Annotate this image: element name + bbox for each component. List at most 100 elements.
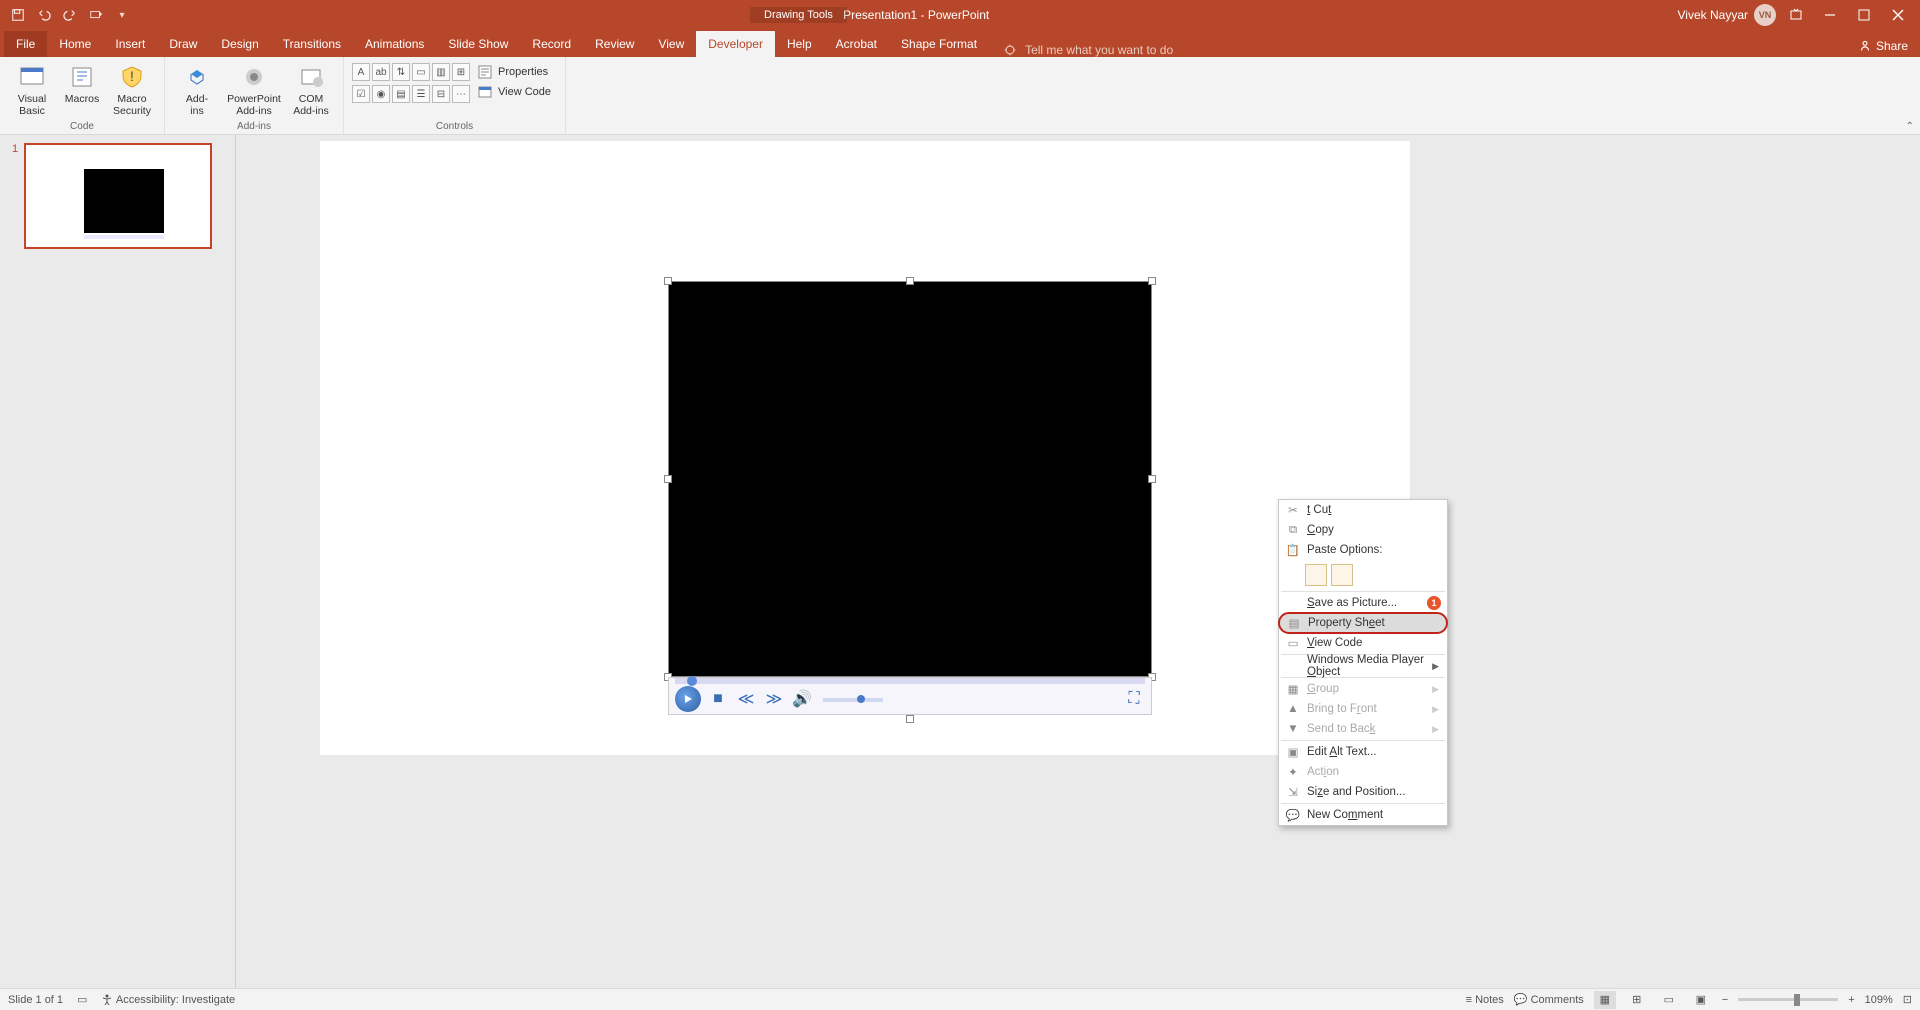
mute-button[interactable]: 🔊 (791, 688, 813, 710)
minimize-button[interactable] (1816, 4, 1844, 26)
tab-draw[interactable]: Draw (157, 31, 209, 57)
zoom-slider[interactable] (1738, 998, 1838, 1001)
ribbon-display-options[interactable] (1782, 4, 1810, 26)
tab-developer[interactable]: Developer (696, 31, 775, 57)
ctx-edit-alt-text[interactable]: ▣Edit Alt Text... (1279, 742, 1447, 762)
tab-home[interactable]: Home (47, 31, 103, 57)
control-spin[interactable]: ⇅ (392, 63, 410, 81)
slide-thumbnail[interactable] (24, 143, 212, 249)
accessibility-checker[interactable]: Accessibility: Investigate (101, 993, 235, 1006)
tab-slideshow[interactable]: Slide Show (436, 31, 520, 57)
close-button[interactable] (1884, 4, 1912, 26)
control-label[interactable]: A (352, 63, 370, 81)
annotation-badge: 1 (1427, 596, 1441, 610)
ctx-size-position[interactable]: ⇲Size and Position... (1279, 782, 1447, 802)
paste-keep-source[interactable] (1305, 564, 1327, 586)
macro-security-button[interactable]: !Macro Security (108, 59, 156, 117)
addins-button[interactable]: Add- ins (173, 59, 221, 117)
ctx-new-comment[interactable]: 💬New Comment (1279, 805, 1447, 825)
avatar[interactable]: VN (1754, 4, 1776, 26)
tab-shape-format[interactable]: Shape Format (889, 31, 989, 57)
save-button[interactable] (8, 4, 28, 26)
zoom-out-button[interactable]: − (1722, 994, 1728, 1006)
properties-icon: ▤ (1286, 615, 1302, 631)
code-icon: ▭ (1285, 635, 1301, 651)
qat-more-button[interactable]: ▾ (112, 4, 132, 26)
ctx-cut[interactable]: ✂t CutCut (1279, 500, 1447, 520)
language-indicator[interactable]: ▭ (77, 993, 87, 1006)
ctx-wmp-object[interactable]: Windows Media Player Object▶ (1279, 656, 1447, 676)
visual-basic-button[interactable]: Visual Basic (8, 59, 56, 117)
properties-button[interactable]: Properties (472, 63, 557, 81)
tab-record[interactable]: Record (520, 31, 583, 57)
ctx-copy[interactable]: ⧉Copy (1279, 520, 1447, 540)
seek-bar[interactable] (675, 678, 1145, 684)
tab-review[interactable]: Review (583, 31, 646, 57)
control-list[interactable]: ☰ (412, 85, 430, 103)
control-checkbox[interactable]: ☑ (352, 85, 370, 103)
control-textbox[interactable]: ab (372, 63, 390, 81)
maximize-button[interactable] (1850, 4, 1878, 26)
volume-slider[interactable] (823, 698, 883, 702)
group-label: Code (70, 121, 94, 134)
ctx-send-back: ▼Send to Back▶ (1279, 719, 1447, 739)
ctx-bring-front: ▲Bring to Front▶ (1279, 699, 1447, 719)
slide-canvas[interactable]: ■ ≪ ≫ 🔊 ⛶ ✂t CutCut ⧉Copy 📋Paste Options… (236, 135, 1920, 988)
slide-indicator[interactable]: Slide 1 of 1 (8, 994, 63, 1006)
control-image[interactable]: ▥ (432, 63, 450, 81)
control-command[interactable]: ▭ (412, 63, 430, 81)
paste-picture[interactable] (1331, 564, 1353, 586)
tab-help[interactable]: Help (775, 31, 824, 57)
svg-text:!: ! (130, 68, 134, 84)
media-player-object[interactable]: ■ ≪ ≫ 🔊 ⛶ ✂t CutCut ⧉Copy 📋Paste Options… (668, 281, 1152, 719)
control-option[interactable]: ◉ (372, 85, 390, 103)
reading-view-button[interactable]: ▭ (1658, 991, 1680, 1009)
slide-sorter-button[interactable]: ⊞ (1626, 991, 1648, 1009)
normal-view-button[interactable]: ▦ (1594, 991, 1616, 1009)
tab-view[interactable]: View (646, 31, 696, 57)
ribbon: Visual Basic Macros !Macro Security Code… (0, 57, 1920, 135)
context-menu: ✂t CutCut ⧉Copy 📋Paste Options: Save as … (1278, 499, 1448, 826)
next-button[interactable]: ≫ (763, 688, 785, 710)
tab-file[interactable]: File (4, 31, 47, 57)
zoom-in-button[interactable]: + (1848, 994, 1854, 1006)
video-area[interactable] (668, 281, 1152, 677)
slideshow-view-button[interactable]: ▣ (1690, 991, 1712, 1009)
collapse-ribbon-icon[interactable]: ⌃ (1906, 121, 1914, 132)
comments-button[interactable]: 💬 Comments (1514, 993, 1584, 1006)
slide[interactable]: ■ ≪ ≫ 🔊 ⛶ ✂t CutCut ⧉Copy 📋Paste Options… (320, 141, 1410, 755)
com-addins-button[interactable]: COM Add-ins (287, 59, 335, 117)
ctx-paste-options: 📋Paste Options: (1279, 540, 1447, 560)
fullscreen-button[interactable]: ⛶ (1123, 688, 1145, 710)
ctx-save-as-picture[interactable]: Save as Picture...1 (1279, 593, 1447, 613)
start-from-beginning-button[interactable] (86, 4, 106, 26)
zoom-level[interactable]: 109% (1865, 994, 1893, 1006)
tab-insert[interactable]: Insert (103, 31, 157, 57)
group-icon: ▦ (1285, 681, 1301, 697)
ctx-view-code[interactable]: ▭View Code (1279, 633, 1447, 653)
tab-design[interactable]: Design (209, 31, 270, 57)
ctx-property-sheet[interactable]: ▤Property Sheet (1278, 612, 1448, 634)
view-code-button[interactable]: View Code (472, 83, 557, 101)
play-button[interactable] (675, 686, 701, 712)
share-button[interactable]: Share (1846, 35, 1920, 57)
tab-transitions[interactable]: Transitions (271, 31, 353, 57)
tab-acrobat[interactable]: Acrobat (824, 31, 889, 57)
control-more[interactable]: ⋯ (452, 85, 470, 103)
undo-button[interactable] (34, 4, 54, 26)
title-bar: ▾ Presentation1 - PowerPoint Drawing Too… (0, 0, 1920, 30)
control-scroll[interactable]: ⊞ (452, 63, 470, 81)
control-combo[interactable]: ▤ (392, 85, 410, 103)
stop-button[interactable]: ■ (707, 688, 729, 710)
tell-me[interactable]: Tell me what you want to do (989, 43, 1173, 57)
fit-to-window-button[interactable]: ⊡ (1903, 993, 1912, 1006)
tab-animations[interactable]: Animations (353, 31, 436, 57)
group-label: Controls (436, 121, 473, 134)
control-toggle[interactable]: ⊟ (432, 85, 450, 103)
notes-button[interactable]: ≡ Notes (1466, 994, 1504, 1006)
macros-button[interactable]: Macros (58, 59, 106, 117)
prev-button[interactable]: ≪ (735, 688, 757, 710)
group-controls: A ab ⇅ ▭ ▥ ⊞ ☑ ◉ ▤ ☰ ⊟ ⋯ Properties View… (344, 57, 566, 134)
redo-button[interactable] (60, 4, 80, 26)
powerpoint-addins-button[interactable]: PowerPoint Add-ins (223, 59, 285, 117)
